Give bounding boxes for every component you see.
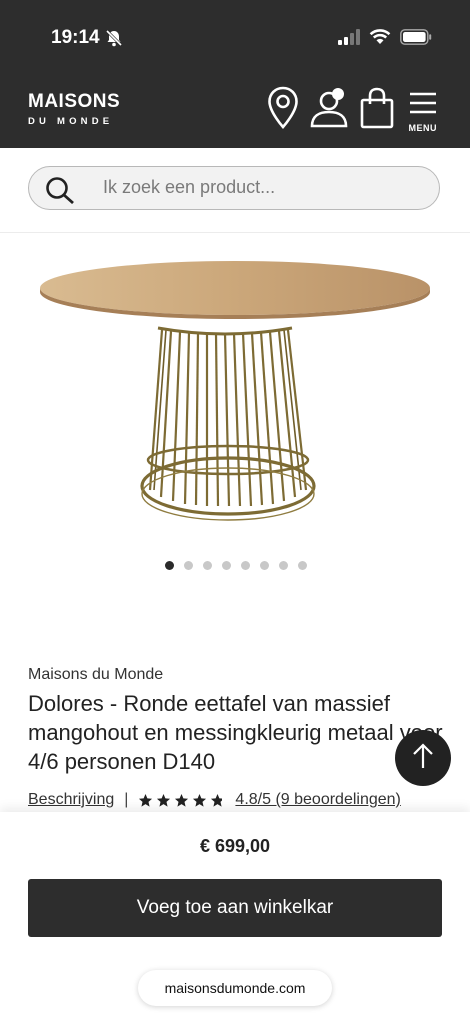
gallery-dot[interactable] [165, 561, 174, 570]
browser-url-bar[interactable]: maisonsdumonde.com [138, 970, 332, 1006]
search-bar-area [0, 148, 470, 233]
app-header: 19:14 MAISONS DU MONDE MENU [0, 0, 470, 148]
search-icon[interactable] [45, 176, 75, 209]
store-locator-icon[interactable] [267, 86, 299, 135]
product-title: Dolores - Ronde eettafel van massief man… [28, 691, 443, 774]
account-icon[interactable] [309, 86, 351, 135]
menu-icon[interactable] [409, 92, 437, 121]
wifi-icon [369, 29, 391, 50]
gallery-dot[interactable] [260, 561, 269, 570]
brand-logo[interactable]: MAISONS DU MONDE [28, 92, 120, 127]
gallery-dot[interactable] [279, 561, 288, 570]
search-box[interactable] [28, 166, 440, 210]
arrow-up-icon [411, 742, 435, 775]
gallery-dot[interactable] [241, 561, 250, 570]
rating-link[interactable]: 4.8/5 (9 beoordelingen) [235, 791, 400, 809]
gallery-dot[interactable] [203, 561, 212, 570]
meta-separator: | [124, 791, 129, 808]
search-input[interactable] [103, 167, 423, 208]
scroll-to-top-button[interactable] [395, 730, 451, 786]
gallery-dot[interactable] [184, 561, 193, 570]
add-to-cart-button[interactable]: Voeg toe aan winkelkar [28, 879, 442, 937]
purchase-panel: € 699,00 Voeg toe aan winkelkar maisonsd… [0, 812, 470, 1024]
product-meta-row: Beschrijving | 4.8/5 (9 beoordelingen) [28, 791, 401, 809]
star-icon [175, 793, 189, 807]
gallery-dot[interactable] [298, 561, 307, 570]
gallery-pagination [165, 561, 307, 570]
logo-top-text: MAISONS [28, 91, 121, 112]
battery-icon [400, 29, 432, 50]
cart-icon[interactable] [359, 86, 395, 135]
star-icon [211, 793, 225, 807]
gallery-dot[interactable] [222, 561, 231, 570]
star-icon [193, 793, 207, 807]
product-image[interactable] [30, 250, 440, 535]
url-text: maisonsdumonde.com [164, 980, 306, 996]
product-brand[interactable]: Maisons du Monde [28, 666, 163, 684]
status-time: 19:14 [51, 27, 100, 48]
rating-stars[interactable] [138, 793, 225, 808]
description-link[interactable]: Beschrijving [28, 791, 114, 809]
star-icon [139, 793, 153, 807]
logo-bottom-text: DU MONDE [28, 116, 114, 127]
signal-icon [338, 29, 360, 50]
menu-label[interactable]: MENU [409, 123, 438, 133]
status-icons [338, 29, 432, 50]
bell-slash-icon [104, 28, 124, 53]
star-icon [157, 793, 171, 807]
product-price: € 699,00 [199, 836, 271, 856]
